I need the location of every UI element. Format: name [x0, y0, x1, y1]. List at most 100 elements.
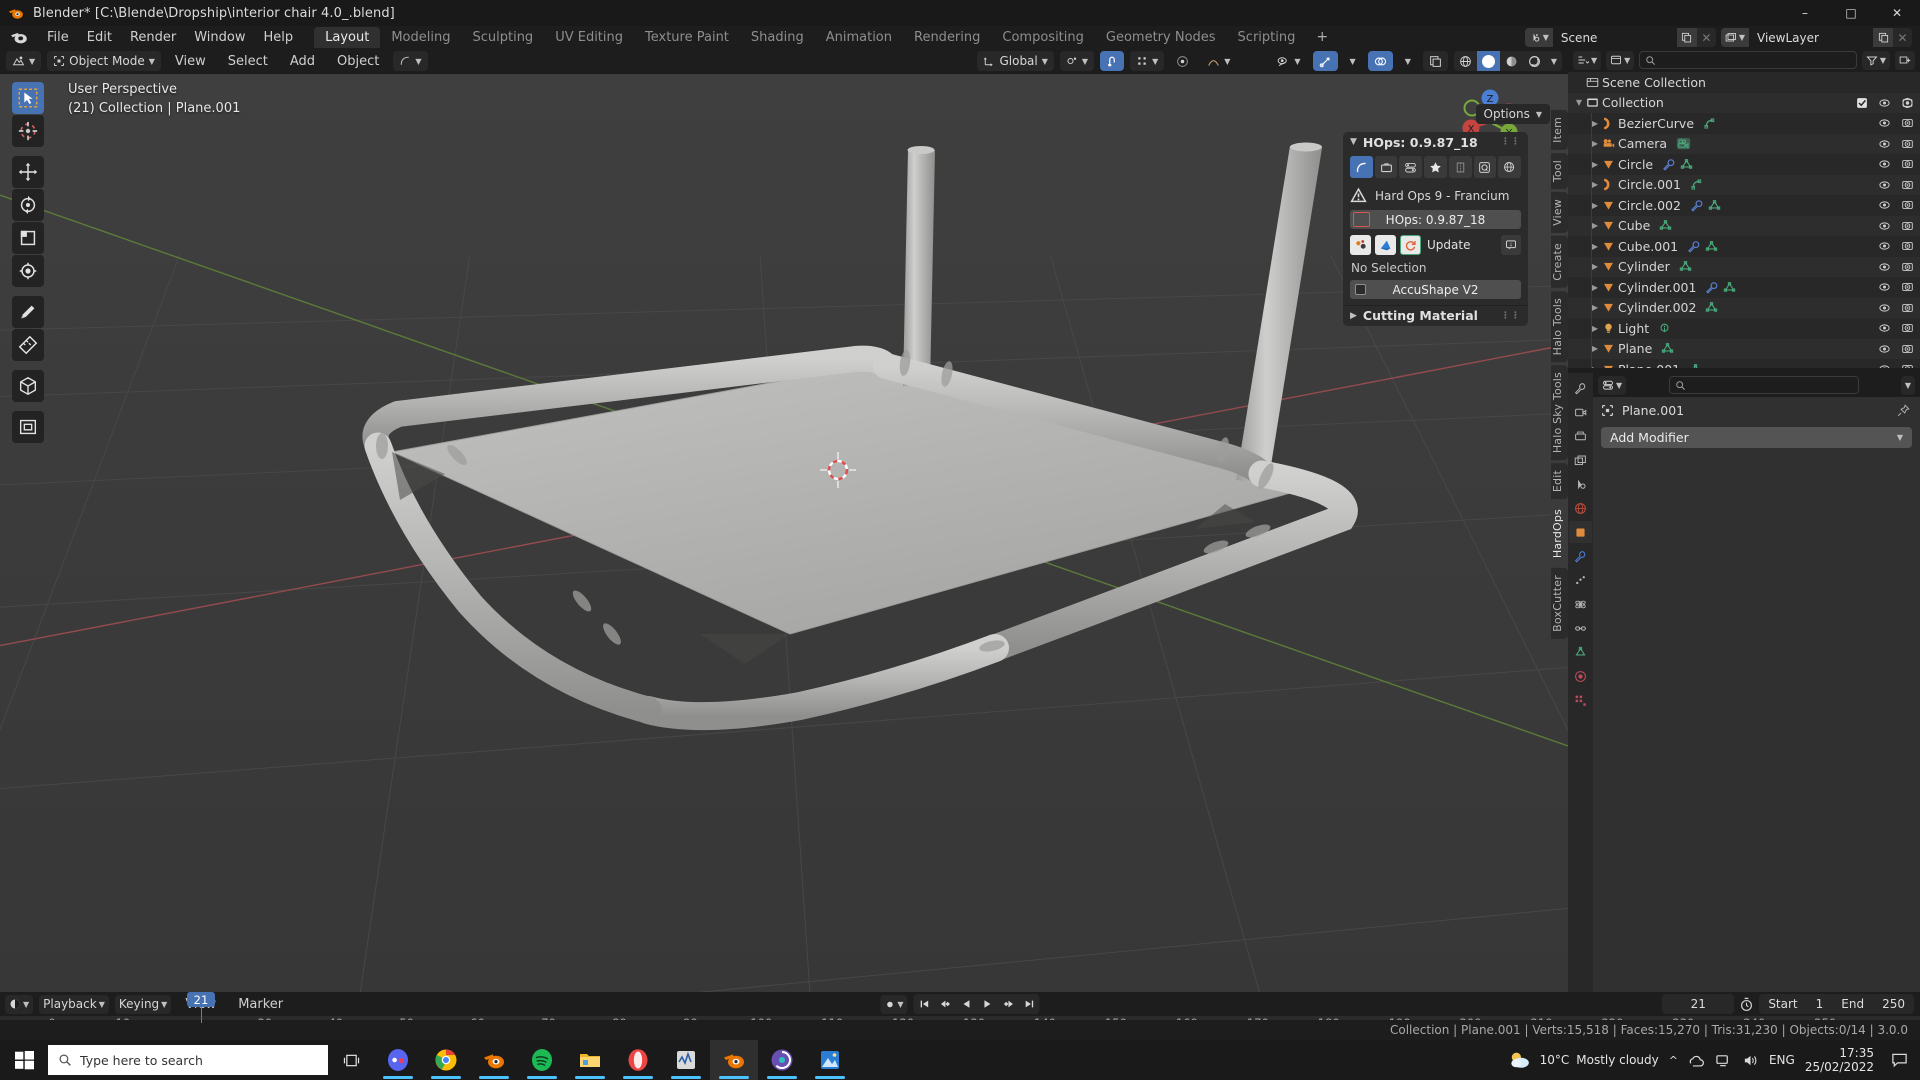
- transform-tool[interactable]: [12, 255, 44, 287]
- menu-window[interactable]: Window: [185, 28, 254, 47]
- pivot-point-selector[interactable]: ▼: [1059, 51, 1095, 71]
- shading-material-preview-button[interactable]: [1500, 51, 1523, 71]
- outliner-object-row[interactable]: ▶ Cube: [1568, 215, 1920, 236]
- previous-keyframe-button[interactable]: [935, 994, 956, 1014]
- hide-in-viewport-icon[interactable]: [1878, 117, 1891, 129]
- disable-in-render-icon[interactable]: [1901, 158, 1914, 170]
- photos-icon[interactable]: [806, 1040, 854, 1080]
- properties-tab-object-icon[interactable]: [1569, 521, 1592, 543]
- tab-geometry-nodes[interactable]: Geometry Nodes: [1095, 27, 1227, 48]
- curve-data-icon[interactable]: [1703, 117, 1716, 130]
- hide-in-viewport-icon[interactable]: [1878, 322, 1891, 334]
- hops-version-button[interactable]: HOps: 0.9.87_18: [1350, 210, 1521, 229]
- properties-tab-particles-icon[interactable]: [1569, 569, 1592, 591]
- tab-shading[interactable]: Shading: [740, 27, 815, 48]
- hide-in-viewport-icon[interactable]: [1878, 138, 1891, 150]
- scene-selector[interactable]: ▼ Scene ✕: [1524, 28, 1716, 47]
- disable-in-render-icon[interactable]: [1901, 322, 1914, 334]
- scale-tool[interactable]: [12, 222, 44, 254]
- viewport-options-button[interactable]: Options ▼: [1475, 104, 1550, 124]
- hide-in-viewport-icon[interactable]: [1878, 199, 1891, 211]
- properties-tab-render-icon[interactable]: [1569, 401, 1592, 423]
- sidebar-tab-halo-sky-tools[interactable]: Halo Sky Tools: [1551, 365, 1568, 461]
- overlay-options-button[interactable]: ▼: [1399, 51, 1417, 71]
- show-gizmo-toggle[interactable]: [1312, 51, 1338, 71]
- proportional-falloff-selector[interactable]: ▼: [1201, 51, 1236, 71]
- modifier-icon[interactable]: [1687, 240, 1700, 253]
- properties-tab-scene-icon[interactable]: [1569, 473, 1592, 495]
- use-preview-range-icon[interactable]: [1739, 997, 1754, 1012]
- editor-type-button[interactable]: ▼: [6, 51, 42, 71]
- properties-tab-world-icon[interactable]: [1569, 497, 1592, 519]
- outliner-object-row[interactable]: ▶ Camera: [1568, 133, 1920, 154]
- rotate-tool[interactable]: [12, 189, 44, 221]
- hops-helper-button[interactable]: ▼: [393, 51, 428, 71]
- shading-rendered-button[interactable]: [1523, 51, 1546, 71]
- cursor-tool[interactable]: [12, 115, 44, 147]
- hide-in-viewport-icon[interactable]: [1878, 363, 1891, 368]
- outliner-editor-type-button[interactable]: ▼: [1573, 50, 1602, 70]
- hops-tab-q-icon[interactable]: [1473, 156, 1497, 178]
- disable-in-render-icon[interactable]: [1901, 363, 1914, 368]
- properties-tab-tool-icon[interactable]: [1569, 377, 1592, 399]
- disable-in-render-icon[interactable]: [1901, 302, 1914, 314]
- jump-to-start-button[interactable]: [914, 994, 935, 1014]
- show-hidden-icons-chevron[interactable]: ^: [1669, 1054, 1678, 1067]
- outliner-object-row[interactable]: ▶Plane.001: [1568, 359, 1920, 368]
- annotate-tool[interactable]: [12, 296, 44, 328]
- mesh-data-icon[interactable]: [1659, 219, 1672, 232]
- task-view-icon[interactable]: [328, 1040, 374, 1080]
- weather-widget[interactable]: 10°C Mostly cloudy: [1509, 1049, 1659, 1071]
- shading-wireframe-button[interactable]: [1454, 51, 1477, 71]
- shading-options-button[interactable]: ▼: [1546, 51, 1562, 71]
- curve-data-icon[interactable]: [1690, 178, 1703, 191]
- hide-in-viewport-icon[interactable]: [1878, 240, 1891, 252]
- outliner-object-row[interactable]: ▶ BezierCurve: [1568, 113, 1920, 134]
- mesh-data-icon[interactable]: [1723, 281, 1736, 294]
- media-player-icon[interactable]: [662, 1040, 710, 1080]
- tab-scripting[interactable]: Scripting: [1227, 27, 1307, 48]
- outliner-object-row[interactable]: ▶ Cylinder: [1568, 256, 1920, 277]
- properties-tab-data-icon[interactable]: [1569, 641, 1592, 663]
- add-modifier-button[interactable]: Add Modifier ▼: [1601, 427, 1912, 448]
- new-scene-button[interactable]: [1676, 28, 1697, 47]
- sidebar-tab-create[interactable]: Create: [1551, 235, 1568, 288]
- outliner-object-row[interactable]: ▶ Cube.001: [1568, 236, 1920, 257]
- disable-in-render-icon[interactable]: [1901, 117, 1914, 129]
- shading-solid-button[interactable]: [1476, 51, 1500, 71]
- interaction-mode-selector[interactable]: Object Mode ▼: [47, 51, 161, 71]
- remove-viewlayer-button[interactable]: ✕: [1893, 28, 1912, 47]
- jump-to-end-button[interactable]: [1019, 994, 1040, 1014]
- close-button[interactable]: ✕: [1874, 0, 1920, 26]
- outliner-search-input[interactable]: [1639, 51, 1857, 69]
- properties-tab-texture-icon[interactable]: [1569, 689, 1592, 711]
- file-explorer-icon[interactable]: [566, 1040, 614, 1080]
- remove-scene-button[interactable]: ✕: [1696, 28, 1716, 47]
- disable-in-render-icon[interactable]: [1901, 240, 1914, 252]
- hops-tab-favorites-icon[interactable]: [1424, 156, 1447, 178]
- sidebar-tab-edit[interactable]: Edit: [1551, 463, 1568, 500]
- minimize-button[interactable]: –: [1782, 0, 1828, 26]
- menu-edit[interactable]: Edit: [78, 28, 121, 47]
- hops-tab-tools-icon[interactable]: [1374, 156, 1398, 178]
- tweak-select-tool[interactable]: [12, 82, 44, 114]
- tab-compositing[interactable]: Compositing: [991, 27, 1095, 48]
- menu-render[interactable]: Render: [121, 28, 185, 47]
- gizmo-options-button[interactable]: ▼: [1344, 51, 1362, 71]
- viewport-menu-add[interactable]: Add: [282, 54, 323, 69]
- maximize-button[interactable]: □: [1828, 0, 1874, 26]
- hide-in-viewport-icon[interactable]: [1878, 220, 1891, 232]
- outliner-row-scene-collection[interactable]: Scene Collection: [1568, 72, 1920, 93]
- language-indicator[interactable]: ENG: [1769, 1053, 1795, 1067]
- keying-popover-button[interactable]: Keying ▼: [114, 994, 172, 1014]
- outliner-object-row[interactable]: ▶ Circle.001: [1568, 174, 1920, 195]
- camera-data-icon[interactable]: [1676, 137, 1691, 150]
- outliner-object-row[interactable]: ▶ Cylinder.002: [1568, 297, 1920, 318]
- properties-search-input[interactable]: [1668, 376, 1859, 394]
- start-frame-value[interactable]: 1: [1807, 997, 1833, 1011]
- hops-tab-globe-icon[interactable]: [1498, 156, 1522, 178]
- timeline-editor-type-button[interactable]: ▼: [5, 994, 34, 1014]
- menu-file[interactable]: File: [38, 28, 78, 47]
- disable-in-render-icon[interactable]: [1901, 97, 1914, 109]
- modifier-icon[interactable]: [1705, 281, 1718, 294]
